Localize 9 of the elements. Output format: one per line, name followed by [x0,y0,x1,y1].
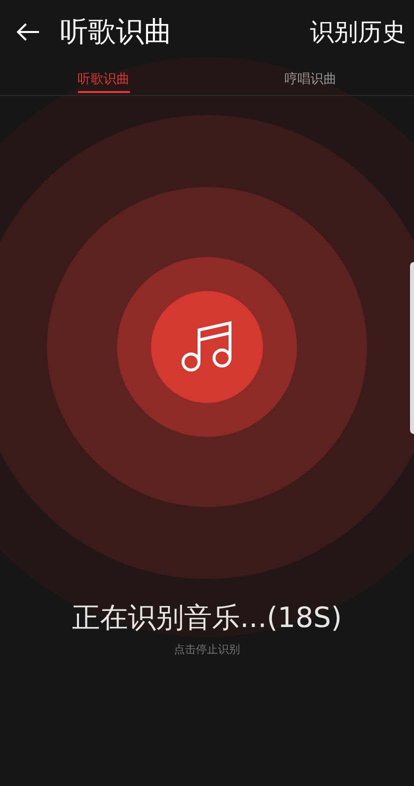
tab[interactable]: 哼唱识曲 [207,64,414,95]
history-button[interactable]: 识别历史 [310,14,406,50]
status-message: 正在识别音乐...(18S) [71,600,343,636]
back-icon[interactable] [16,23,40,41]
edge-handle[interactable] [410,262,414,434]
stop-hint[interactable]: 点击停止识别 [0,642,414,658]
music-note-icon [180,320,234,374]
tab[interactable]: 听歌识曲 [0,64,207,95]
page-title: 听歌识曲 [60,14,172,50]
